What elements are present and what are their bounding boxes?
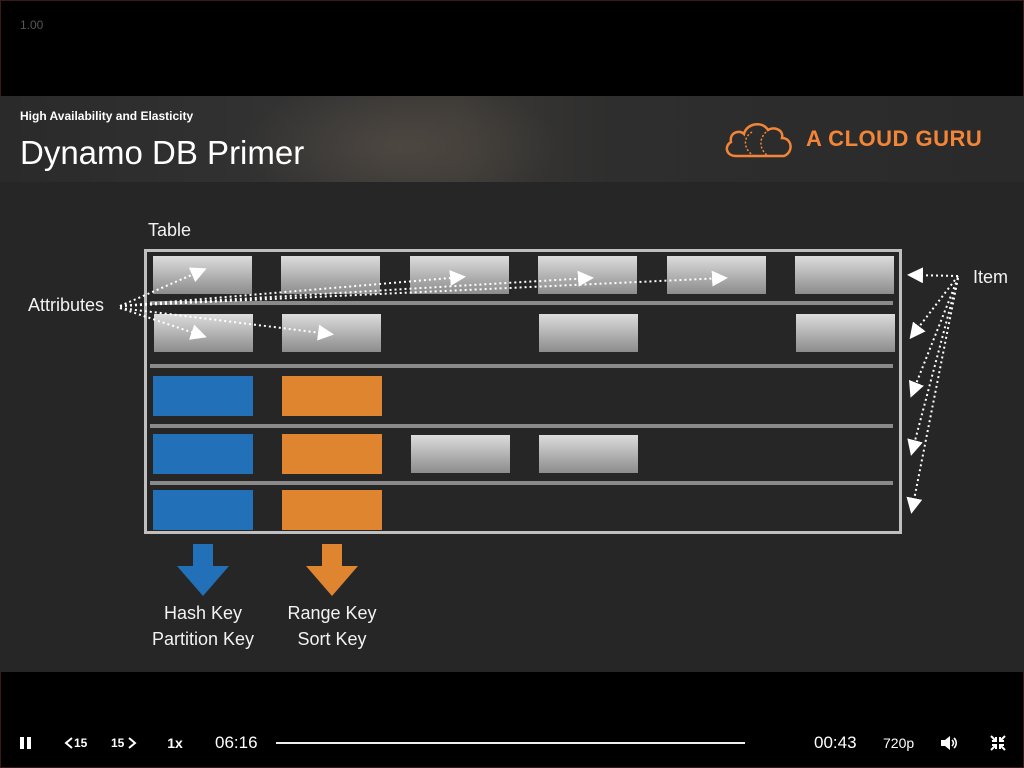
exit-fullscreen-icon[interactable] (990, 735, 1006, 751)
range-key-label: Range Key Sort Key (262, 600, 402, 652)
skip-back-button[interactable]: 15 (60, 724, 94, 764)
elapsed-time: 06:16 (215, 733, 258, 752)
attribute-pointer-arrow (119, 270, 728, 307)
item-pointer-arrow (907, 277, 959, 456)
partition-key-name: Partition Key (151, 629, 255, 649)
hash-key-name: Hash Key (163, 603, 243, 623)
remaining-time: 00:43 (814, 733, 857, 752)
quality-button[interactable]: 720p (883, 724, 914, 764)
skip-forward-icon (128, 737, 137, 749)
video-slide[interactable]: High Availability and Elasticity Dynamo … (0, 96, 1024, 672)
hash-key-down-arrow (177, 544, 229, 596)
sort-key-name: Sort Key (297, 629, 367, 649)
speed-button[interactable]: 1x (160, 724, 190, 764)
item-pointer-arrow (908, 277, 959, 398)
hash-key-label: Hash Key Partition Key (133, 600, 273, 652)
attribute-pointer-arrow (119, 270, 466, 307)
range-key-down-arrow (306, 544, 358, 596)
progress-track[interactable] (276, 742, 745, 744)
skip-forward-button[interactable]: 15 (108, 724, 142, 764)
skip-back-label: 15 (74, 736, 88, 750)
volume-icon[interactable] (940, 735, 958, 751)
item-pointer-arrow (906, 277, 959, 514)
item-pointer-arrow (907, 267, 959, 284)
diagram-arrows (119, 267, 959, 596)
skip-forward-label: 15 (111, 736, 125, 750)
range-key-name: Range Key (287, 603, 377, 623)
attribute-pointer-arrow (119, 307, 334, 341)
playback-rate-overlay: 1.00 (20, 18, 44, 32)
pause-icon[interactable] (19, 736, 33, 750)
player-controls: 15 15 1x 06:16 00:43 720p (0, 724, 1024, 764)
item-pointer-arrow (909, 275, 959, 340)
skip-back-icon (64, 737, 73, 749)
